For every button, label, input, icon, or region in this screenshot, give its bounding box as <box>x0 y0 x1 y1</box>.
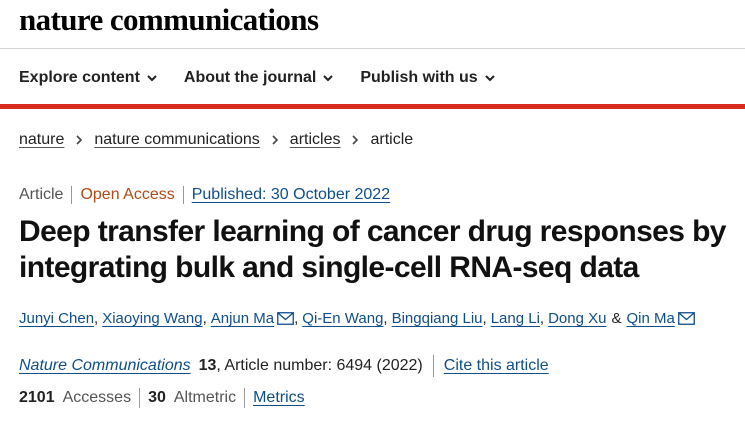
nav-label: About the journal <box>183 69 317 86</box>
chevron-right-icon <box>76 135 83 145</box>
header-divider <box>0 48 745 49</box>
volume-number: 13 <box>198 357 217 374</box>
breadcrumb-nature-communications[interactable]: nature communications <box>94 131 259 149</box>
metrics-divider <box>244 388 246 408</box>
chevron-down-icon <box>323 75 334 82</box>
cite-this-article-link[interactable]: Cite this article <box>444 357 549 375</box>
breadcrumb-articles[interactable]: articles <box>290 131 341 149</box>
accent-bar <box>0 104 745 109</box>
email-icon[interactable] <box>677 312 695 325</box>
author-separator: , <box>539 310 545 327</box>
published-date-link[interactable]: Published: 30 October 2022 <box>192 186 390 204</box>
nav-label: Publish with us <box>360 69 478 86</box>
citation-divider <box>432 355 434 377</box>
article-meta: Article Open Access Published: 30 Octobe… <box>19 186 390 204</box>
author-ampersand: & <box>611 310 622 327</box>
article-type: Article <box>19 186 64 203</box>
article-number: , Article number: 6494 (2022) <box>216 357 423 374</box>
nav-label: Explore content <box>19 69 140 86</box>
author-separator: , <box>202 310 207 327</box>
open-access-label: Open Access <box>80 186 175 203</box>
chevron-down-icon <box>484 75 495 82</box>
author-link[interactable]: Junyi Chen <box>19 310 94 327</box>
breadcrumb: nature nature communications articles ar… <box>19 131 413 149</box>
chevron-right-icon <box>272 135 278 145</box>
nav-publish-with-us[interactable]: Publish with us <box>360 69 495 87</box>
metrics-link[interactable]: Metrics <box>253 389 305 407</box>
email-icon[interactable] <box>277 312 295 325</box>
author-link[interactable]: Qi-En Wang <box>302 310 383 327</box>
author-separator: , <box>94 310 99 327</box>
metrics-divider <box>139 388 141 408</box>
nav-about-journal[interactable]: About the journal <box>184 69 334 87</box>
accesses-label: Accesses <box>62 389 132 406</box>
author-link[interactable]: Xiaoying Wang <box>102 310 202 327</box>
chevron-right-icon <box>352 135 359 145</box>
accesses-count: 2101 <box>19 389 55 406</box>
nav-explore-content[interactable]: Explore content <box>19 69 158 87</box>
citation-line: Nature Communications 13 , Article numbe… <box>19 355 549 377</box>
breadcrumb-nature[interactable]: nature <box>19 131 64 149</box>
article-title: Deep transfer learning of cancer drug re… <box>19 215 726 284</box>
author-list: Junyi Chen, Xiaoying Wang, Anjun Ma , Qi… <box>19 310 695 327</box>
journal-logo[interactable]: nature communications <box>19 2 319 38</box>
breadcrumb-current: article <box>370 131 414 148</box>
author-link[interactable]: Anjun Ma <box>211 310 274 327</box>
chevron-down-icon <box>147 75 157 82</box>
journal-link[interactable]: Nature Communications <box>19 357 191 375</box>
author-link[interactable]: Dong Xu <box>548 310 606 327</box>
meta-divider <box>71 186 73 204</box>
main-nav: Explore content About the journal Publis… <box>19 66 522 90</box>
author-separator: , <box>482 310 487 327</box>
author-link[interactable]: Lang Li <box>491 310 540 327</box>
altmetric-label: Altmetric <box>173 389 237 406</box>
author-separator: , <box>383 310 388 327</box>
metrics-line: 2101 Accesses 30 Altmetric Metrics <box>19 388 305 408</box>
author-separator: , <box>294 310 299 327</box>
author-link[interactable]: Bingqiang Liu <box>392 310 483 327</box>
meta-divider <box>182 186 184 204</box>
author-link[interactable]: Qin Ma <box>626 310 674 327</box>
altmetric-count: 30 <box>148 389 166 406</box>
